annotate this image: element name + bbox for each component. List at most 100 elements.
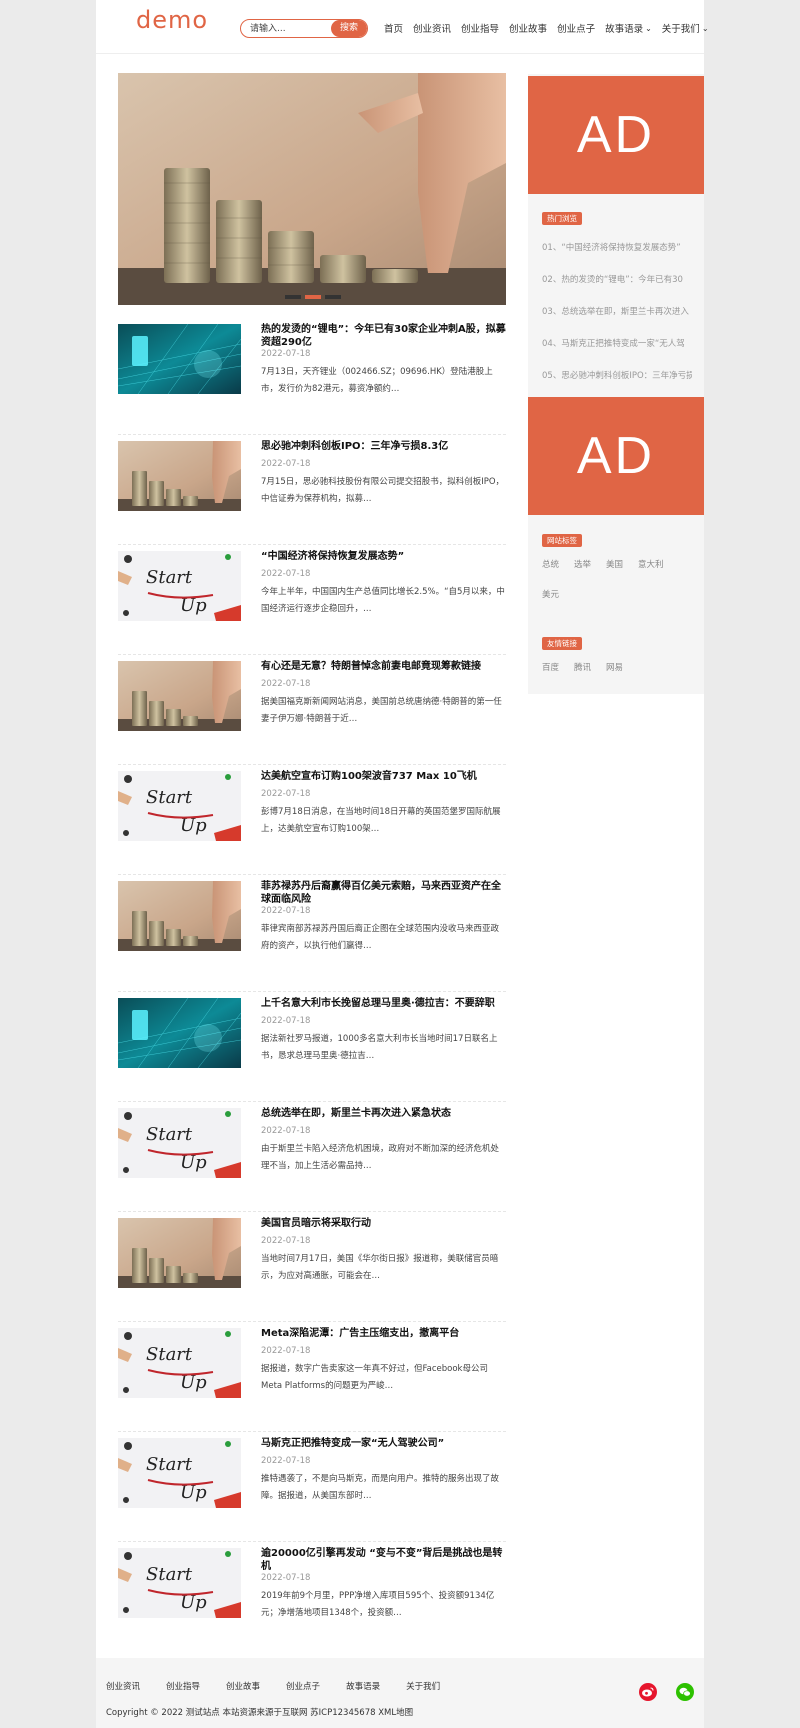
tag-link[interactable]: 美国: [606, 558, 623, 570]
footer-link[interactable]: 故事语录: [346, 1680, 380, 1692]
search-input[interactable]: [250, 22, 330, 36]
article-date: 2022-07-18: [261, 1016, 311, 1026]
article-thumbnail[interactable]: Start Up: [118, 551, 241, 621]
ad-banner-2[interactable]: AD: [528, 397, 704, 515]
article-title[interactable]: 马斯克正把推特变成一家“无人驾驶公司”: [261, 1437, 506, 1450]
nav-item-label: 创业资讯: [413, 24, 452, 35]
article-item[interactable]: 有心还是无意？特朗普悼念前妻电邮竟现筹款链接 2022-07-18 据美国福克斯新闻…: [118, 655, 506, 765]
tag-link[interactable]: 选举: [574, 558, 591, 570]
hot-item[interactable]: 05、思必驰冲刺科创板IPO：三年净亏损: [542, 369, 692, 381]
nav-item-about[interactable]: 关于我们 ⌄: [661, 21, 709, 36]
search-box: 搜索: [240, 19, 368, 38]
article-thumbnail[interactable]: Start Up: [118, 771, 241, 841]
tag-link[interactable]: 总统: [542, 558, 559, 570]
chevron-down-icon: ⌄: [645, 23, 652, 33]
article-thumbnail[interactable]: Start Up: [118, 1548, 241, 1618]
nav-item-guide[interactable]: 创业指导: [461, 21, 499, 35]
article-item[interactable]: Start Up Meta深陷泥潭：广告主压缩支出，撤离平台 2022-07-18 据报…: [118, 1322, 506, 1432]
article-thumbnail[interactable]: [118, 1218, 241, 1288]
article-thumbnail[interactable]: Start Up: [118, 1108, 241, 1178]
nav-item-news[interactable]: 创业资讯: [413, 21, 451, 35]
article-item[interactable]: Start Up 达美航空宣布订购100架波音737 Max 10飞机 2022-07…: [118, 765, 506, 875]
search-button[interactable]: 搜索: [331, 20, 367, 37]
main-nav: 首页 创业资讯 创业指导 创业故事 创业点子 故事语录 ⌄ 关于我们 ⌄: [384, 21, 709, 36]
footer-link[interactable]: 创业指导: [166, 1680, 200, 1692]
article-title[interactable]: 有心还是无意？特朗普悼念前妻电邮竟现筹款链接: [261, 660, 506, 673]
article-title[interactable]: 菲苏禄苏丹后裔赢得百亿美元索赔，马来西亚资产在全球面临风险: [261, 880, 506, 906]
svg-text:Start: Start: [146, 1124, 193, 1145]
svg-text:Start: Start: [146, 567, 193, 588]
article-date: 2022-07-18: [261, 349, 311, 359]
article-item[interactable]: Start Up “中国经济将保持恢复发展态势” 2022-07-18 今年上半年，中国…: [118, 545, 506, 655]
footer-link[interactable]: 创业故事: [226, 1680, 260, 1692]
article-excerpt: 推特遇袭了，不是向马斯克，而是向用户。推特的服务出现了故障。据报道，从美国东部时…: [261, 1474, 500, 1501]
slider-dot[interactable]: [285, 295, 301, 299]
hot-item[interactable]: 04、马斯克正把推特变成一家“无人驾: [542, 337, 692, 349]
article-thumbnail[interactable]: [118, 441, 241, 511]
nav-item-label: 关于我们: [661, 24, 700, 35]
slider-dot[interactable]: [325, 295, 341, 299]
svg-text:Start: Start: [146, 1564, 193, 1585]
tags-heading: 网站标签: [542, 534, 582, 547]
article-date: 2022-07-18: [261, 1346, 311, 1356]
friend-link[interactable]: 百度: [542, 661, 559, 673]
article-item[interactable]: 美国官员暗示将采取行动 2022-07-18 当地时间7月17日，美国《华尔街日报》…: [118, 1212, 506, 1322]
article-item[interactable]: Start Up 逾20000亿引擎再发动 “变与不变”背后是挑战也是转机 2022-…: [118, 1542, 506, 1659]
article-excerpt: 7月13日，天齐锂业（002466.SZ；09696.HK）登陆港股上市，发行价…: [261, 367, 493, 394]
article-title[interactable]: 思必驰冲刺科创板IPO：三年净亏损8.3亿: [261, 440, 506, 453]
article-title[interactable]: 总统选举在即，斯里兰卡再次进入紧急状态: [261, 1107, 506, 1120]
article-item[interactable]: 热的发烫的“锂电”：今年已有30家企业冲刺A股，拟募资超290亿 2022-07-…: [118, 318, 506, 435]
tag-link[interactable]: 美元: [542, 588, 559, 600]
article-thumbnail[interactable]: [118, 324, 241, 394]
article-thumbnail[interactable]: Start Up: [118, 1438, 241, 1508]
friend-link[interactable]: 网易: [606, 661, 623, 673]
article-item[interactable]: Start Up 总统选举在即，斯里兰卡再次进入紧急状态 2022-07-18 由于斯里…: [118, 1102, 506, 1212]
site-footer: 创业资讯 创业指导 创业故事 创业点子 故事语录 关于我们 Copyright …: [96, 1658, 704, 1728]
article-date: 2022-07-18: [261, 1236, 311, 1246]
article-excerpt: 菲律宾南部苏禄苏丹国后裔正企图在全球范围内没收马来西亚政府的资产，以执行他们赢得…: [261, 924, 500, 951]
sidebar: AD 热门浏览 01、“中国经济将保持恢复发展态势” 02、热的发烫的“锂电”：…: [528, 74, 704, 694]
nav-item-quotes[interactable]: 故事语录 ⌄: [605, 21, 652, 36]
nav-item-home[interactable]: 首页: [384, 21, 403, 35]
hot-item[interactable]: 02、热的发烫的“锂电”：今年已有30: [542, 273, 692, 285]
article-item[interactable]: 思必驰冲刺科创板IPO：三年净亏损8.3亿 2022-07-18 7月15日，思必驰…: [118, 435, 506, 545]
footer-link[interactable]: 创业点子: [286, 1680, 320, 1692]
article-title[interactable]: 逾20000亿引擎再发动 “变与不变”背后是挑战也是转机: [261, 1547, 506, 1573]
ad-banner-1[interactable]: AD: [528, 76, 704, 194]
page-container: demo 搜索 首页 创业资讯 创业指导 创业故事 创业点子 故事语录⌄ 关于我…: [96, 0, 709, 1728]
article-title[interactable]: 热的发烫的“锂电”：今年已有30家企业冲刺A股，拟募资超290亿: [261, 323, 506, 349]
article-date: 2022-07-18: [261, 1573, 311, 1583]
footer-link[interactable]: 关于我们: [406, 1680, 440, 1692]
article-date: 2022-07-18: [261, 906, 311, 916]
hero-slider[interactable]: [118, 73, 506, 305]
nav-item-ideas[interactable]: 创业点子: [557, 21, 595, 35]
article-title[interactable]: Meta深陷泥潭：广告主压缩支出，撤离平台: [261, 1327, 506, 1340]
article-title[interactable]: “中国经济将保持恢复发展态势”: [261, 550, 506, 563]
article-item[interactable]: 上千名意大利市长挽留总理马里奥·德拉吉：不要辞职 2022-07-18 据法新社罗马…: [118, 992, 506, 1102]
article-title[interactable]: 美国官员暗示将采取行动: [261, 1217, 506, 1230]
friend-link[interactable]: 腾讯: [574, 661, 591, 673]
article-date: 2022-07-18: [261, 569, 311, 579]
weibo-icon[interactable]: [639, 1683, 657, 1701]
article-thumbnail[interactable]: [118, 881, 241, 951]
slider-dots: [285, 295, 341, 299]
tag-link[interactable]: 意大利: [638, 558, 664, 570]
wechat-icon[interactable]: [676, 1683, 694, 1701]
article-item[interactable]: 菲苏禄苏丹后裔赢得百亿美元索赔，马来西亚资产在全球面临风险 2022-07-18 菲…: [118, 875, 506, 992]
article-item[interactable]: Start Up 马斯克正把推特变成一家“无人驾驶公司” 2022-07-18 推特遇袭…: [118, 1432, 506, 1542]
article-title[interactable]: 上千名意大利市长挽留总理马里奥·德拉吉：不要辞职: [261, 997, 506, 1010]
site-logo[interactable]: demo: [136, 6, 208, 34]
hot-item[interactable]: 01、“中国经济将保持恢复发展态势”: [542, 241, 692, 253]
hero-slide-image: [118, 73, 506, 305]
links-heading: 友情链接: [542, 637, 582, 650]
footer-nav: 创业资讯 创业指导 创业故事 创业点子 故事语录 关于我们: [106, 1680, 466, 1692]
slider-dot-active[interactable]: [305, 295, 321, 299]
footer-link[interactable]: 创业资讯: [106, 1680, 140, 1692]
article-excerpt: 据美国福克斯新闻网站消息，美国前总统唐纳德·特朗普的第一任妻子伊万娜·特朗普于近…: [261, 697, 502, 724]
article-thumbnail[interactable]: Start Up: [118, 1328, 241, 1398]
hot-item[interactable]: 03、总统选举在即，斯里兰卡再次进入: [542, 305, 692, 317]
article-thumbnail[interactable]: [118, 998, 241, 1068]
article-thumbnail[interactable]: [118, 661, 241, 731]
article-title[interactable]: 达美航空宣布订购100架波音737 Max 10飞机: [261, 770, 506, 783]
nav-item-stories[interactable]: 创业故事: [509, 21, 547, 35]
